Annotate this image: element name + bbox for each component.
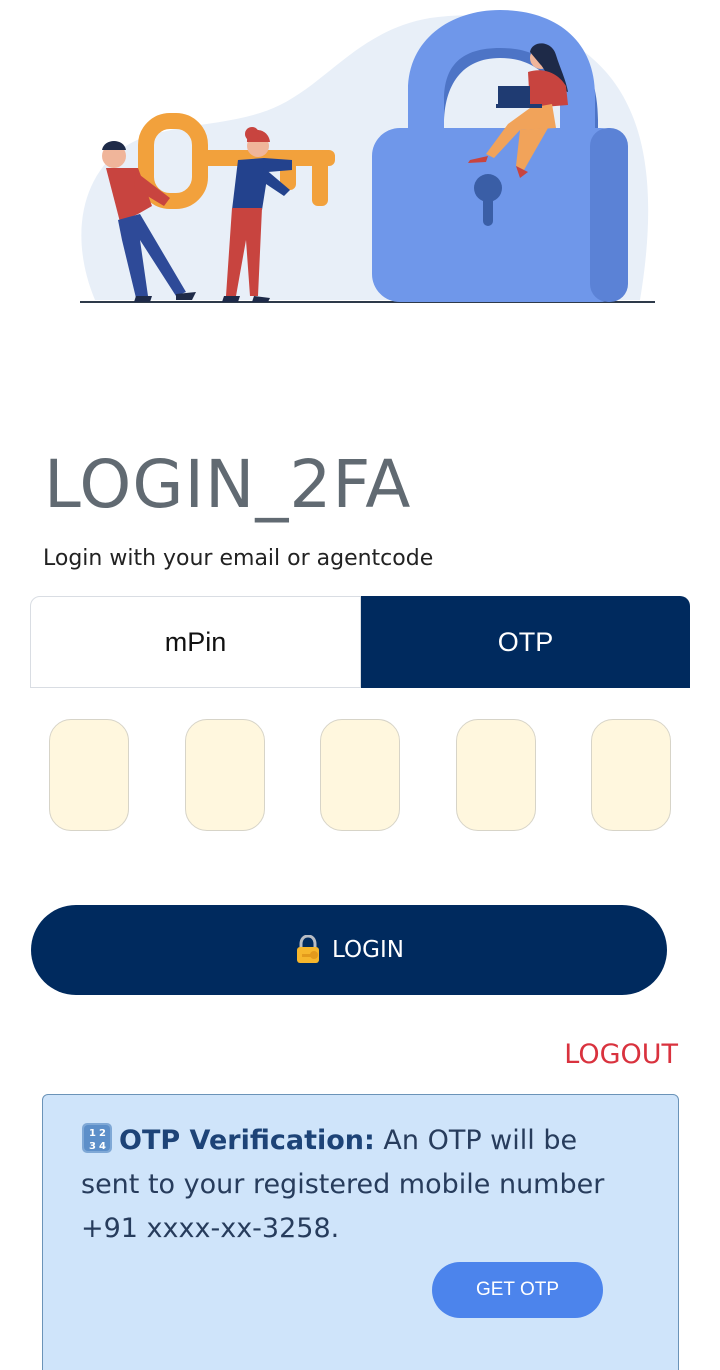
otp-info-heading: OTP Verification:: [119, 1125, 375, 1156]
otp-digit-input-3[interactable]: [320, 719, 400, 831]
security-illustration: [80, 10, 655, 303]
tab-otp[interactable]: OTP: [361, 596, 690, 688]
svg-text:3: 3: [89, 1141, 96, 1152]
otp-digit-input-2[interactable]: [184, 719, 265, 831]
lock-with-key-icon: [294, 935, 322, 965]
otp-info-text: 1 2 3 4 OTP Verification: An OTP will be…: [81, 1119, 641, 1251]
logout-link[interactable]: LOGOUT: [564, 1039, 678, 1070]
otp-digit-input-4[interactable]: [455, 719, 536, 831]
login-screen: LOGIN_2FA Login with your email or agent…: [0, 0, 720, 1370]
svg-text:2: 2: [99, 1128, 106, 1139]
svg-text:4: 4: [99, 1141, 106, 1152]
page-subtitle: Login with your email or agentcode: [43, 546, 434, 571]
tab-mpin[interactable]: mPin: [30, 596, 361, 688]
get-otp-button[interactable]: GET OTP: [432, 1262, 603, 1318]
login-button[interactable]: LOGIN: [31, 905, 667, 995]
svg-text:1: 1: [89, 1128, 96, 1139]
otp-input-group: [49, 719, 671, 831]
otp-digit-input-5[interactable]: [591, 719, 671, 831]
otp-info-card: 1 2 3 4 OTP Verification: An OTP will be…: [42, 1094, 679, 1370]
login-button-label: LOGIN: [332, 937, 404, 963]
page-title: LOGIN_2FA: [44, 446, 412, 523]
otp-digit-input-1[interactable]: [49, 719, 129, 831]
input-numbers-icon: 1 2 3 4: [81, 1122, 113, 1154]
login-method-tabs: mPin OTP: [30, 596, 690, 688]
